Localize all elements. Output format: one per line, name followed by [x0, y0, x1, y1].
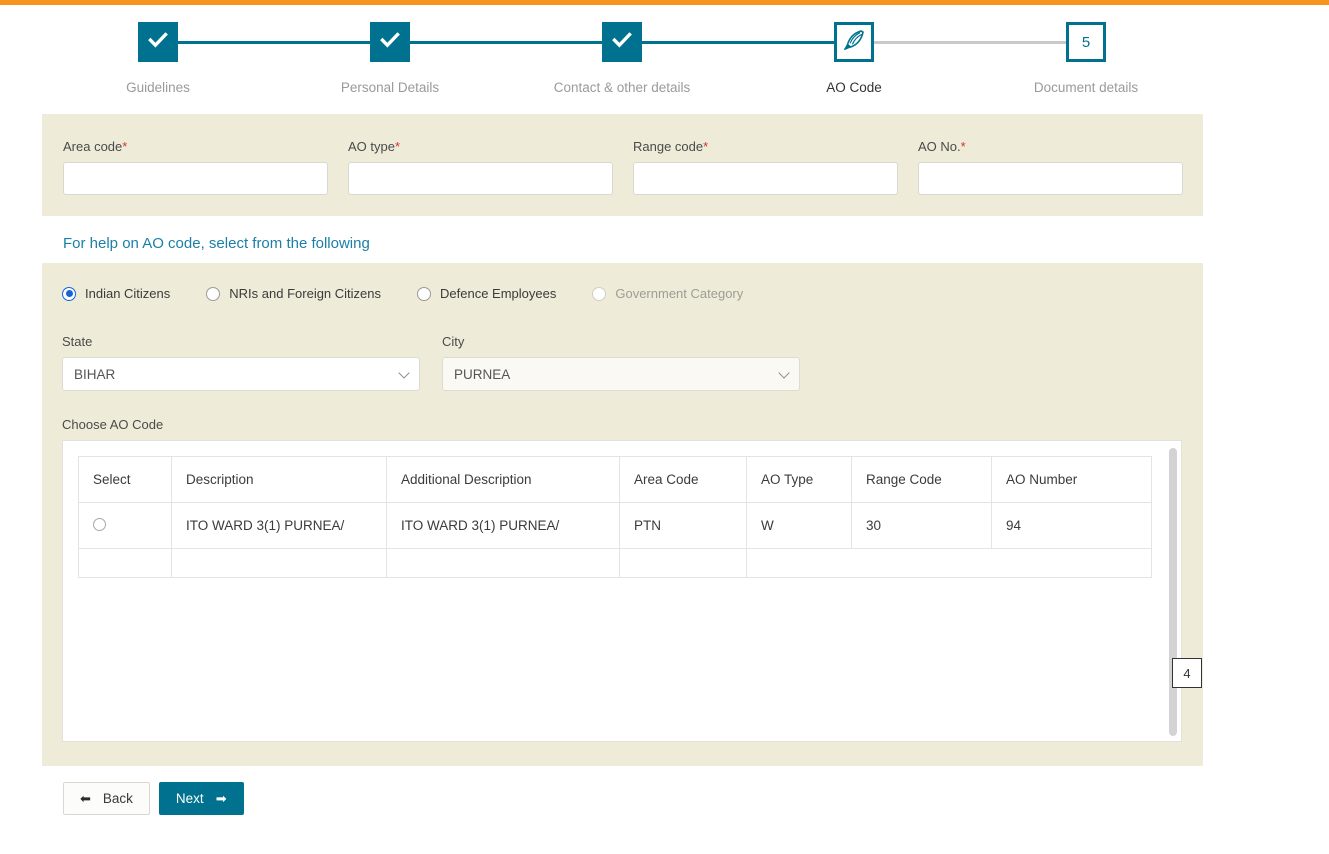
step-connector-1-2: [178, 41, 390, 44]
step-document-details[interactable]: 5 Document details: [1006, 22, 1166, 95]
step-ao-code[interactable]: AO Code: [774, 22, 934, 95]
radio-indian-citizens-label: Indian Citizens: [85, 286, 171, 301]
state-select[interactable]: BIHAR: [62, 357, 420, 391]
ao-code-table-container: Select Description Additional Descriptio…: [62, 440, 1182, 742]
city-select-label: City: [442, 334, 465, 349]
table-header-row: Select Description Additional Descriptio…: [78, 456, 1152, 503]
col-description: Description: [171, 456, 387, 503]
back-button-label: Back: [102, 791, 133, 806]
cell-empty: [171, 548, 387, 578]
cell-area-code: PTN: [619, 502, 747, 549]
row-select-radio[interactable]: [93, 517, 106, 531]
cell-empty: [746, 548, 1152, 578]
radio-indicator: [592, 286, 607, 301]
cell-select[interactable]: [78, 502, 172, 549]
table-row[interactable]: ITO WARD 3(1) PURNEA/ ITO WARD 3(1) PURN…: [78, 502, 1152, 549]
city-select-value: PURNEA: [454, 366, 511, 382]
step-document-details-marker: 5: [1066, 22, 1106, 62]
check-icon: [147, 29, 169, 56]
field-ao-type-label: AO type*: [348, 139, 401, 154]
arrow-right-icon: ➡: [215, 791, 227, 806]
col-area-code: Area Code: [619, 456, 747, 503]
arrow-left-icon: ⬅: [80, 791, 91, 806]
cell-description: ITO WARD 3(1) PURNEA/: [171, 502, 387, 549]
ao-code-fields-panel: Area code* AO type* Range code* AO No.*: [42, 114, 1203, 216]
ao-code-table: Select Description Additional Descriptio…: [78, 456, 1152, 578]
field-ao-no: AO No.*: [918, 139, 1183, 195]
range-code-input[interactable]: [633, 162, 898, 195]
state-select-label: State: [62, 334, 93, 349]
col-range-code: Range Code: [851, 456, 992, 503]
cell-empty: [78, 548, 172, 578]
city-select-group: City PURNEA: [442, 334, 800, 391]
radio-defence-employees-label: Defence Employees: [440, 286, 557, 301]
chevron-down-icon: [398, 367, 410, 379]
field-area-code: Area code*: [63, 139, 328, 195]
field-range-code-label: Range code*: [633, 139, 709, 154]
field-range-code: Range code*: [633, 139, 898, 195]
cell-range-code: 30: [851, 502, 992, 549]
step-document-details-label: Document details: [1033, 80, 1139, 95]
radio-nris-foreign-citizens-label: NRIs and Foreign Citizens: [229, 286, 382, 301]
form-navigation-buttons: ⬅ Back Next ➡: [63, 782, 244, 815]
table-row-empty: [78, 548, 1152, 578]
step-connector-3-4: [642, 41, 854, 44]
back-button[interactable]: ⬅ Back: [63, 782, 150, 815]
radio-government-category: Government Category: [592, 286, 743, 301]
choose-ao-code-label: Choose AO Code: [62, 417, 164, 432]
col-ao-type: AO Type: [746, 456, 852, 503]
progress-stepper: Guidelines Personal Details Contact & ot…: [0, 22, 1329, 102]
radio-indian-citizens[interactable]: Indian Citizens: [62, 286, 170, 301]
category-radio-group: Indian Citizens NRIs and Foreign Citizen…: [62, 286, 769, 301]
step-connector-4-5: [874, 41, 1086, 44]
step-ao-code-label: AO Code: [826, 80, 882, 95]
step-guidelines-marker: [138, 22, 178, 62]
check-icon: [379, 29, 401, 56]
field-ao-type: AO type*: [348, 139, 613, 195]
step-contact-other-details[interactable]: Contact & other details: [542, 22, 702, 95]
cell-empty: [619, 548, 747, 578]
radio-indicator[interactable]: [62, 286, 76, 301]
state-select-value: BIHAR: [74, 366, 116, 382]
radio-indicator[interactable]: [206, 286, 221, 301]
col-ao-number: AO Number: [991, 456, 1152, 503]
field-area-code-label: Area code*: [63, 139, 128, 154]
radio-indicator[interactable]: [417, 286, 432, 301]
ao-code-help-text: For help on AO code, select from the fol…: [63, 235, 370, 252]
col-select: Select: [78, 456, 172, 503]
cell-additional-description: ITO WARD 3(1) PURNEA/: [386, 502, 620, 549]
ao-no-input[interactable]: [918, 162, 1183, 195]
radio-defence-employees[interactable]: Defence Employees: [417, 286, 556, 301]
ao-type-input[interactable]: [348, 162, 613, 195]
col-additional-description: Additional Description: [386, 456, 620, 503]
check-icon: [611, 29, 633, 56]
city-select[interactable]: PURNEA: [442, 357, 800, 391]
next-button-label: Next: [175, 791, 204, 806]
cell-ao-type: W: [746, 502, 852, 549]
field-ao-no-label: AO No.*: [918, 139, 966, 154]
step-contact-other-details-marker: [602, 22, 642, 62]
quill-pen-icon: [842, 28, 866, 57]
table-scrollbar[interactable]: [1169, 448, 1177, 736]
step-personal-details-marker: [370, 22, 410, 62]
area-code-input[interactable]: [63, 162, 328, 195]
step-contact-other-details-label: Contact & other details: [553, 80, 691, 95]
step-connector-2-3: [410, 41, 622, 44]
top-accent-bar: [0, 0, 1329, 5]
cell-ao-number: 94: [991, 502, 1152, 549]
step-number: 5: [1081, 33, 1091, 51]
annotation-badge: 4: [1172, 658, 1202, 688]
step-guidelines[interactable]: Guidelines: [78, 22, 238, 95]
cell-empty: [386, 548, 620, 578]
chevron-down-icon: [778, 367, 790, 379]
next-button[interactable]: Next ➡: [158, 782, 244, 815]
step-personal-details[interactable]: Personal Details: [310, 22, 470, 95]
step-ao-code-marker: [834, 22, 874, 62]
radio-nris-foreign-citizens[interactable]: NRIs and Foreign Citizens: [206, 286, 381, 301]
step-personal-details-label: Personal Details: [340, 80, 440, 95]
state-select-group: State BIHAR: [62, 334, 420, 391]
step-guidelines-label: Guidelines: [126, 80, 190, 95]
radio-government-category-label: Government Category: [615, 286, 744, 301]
